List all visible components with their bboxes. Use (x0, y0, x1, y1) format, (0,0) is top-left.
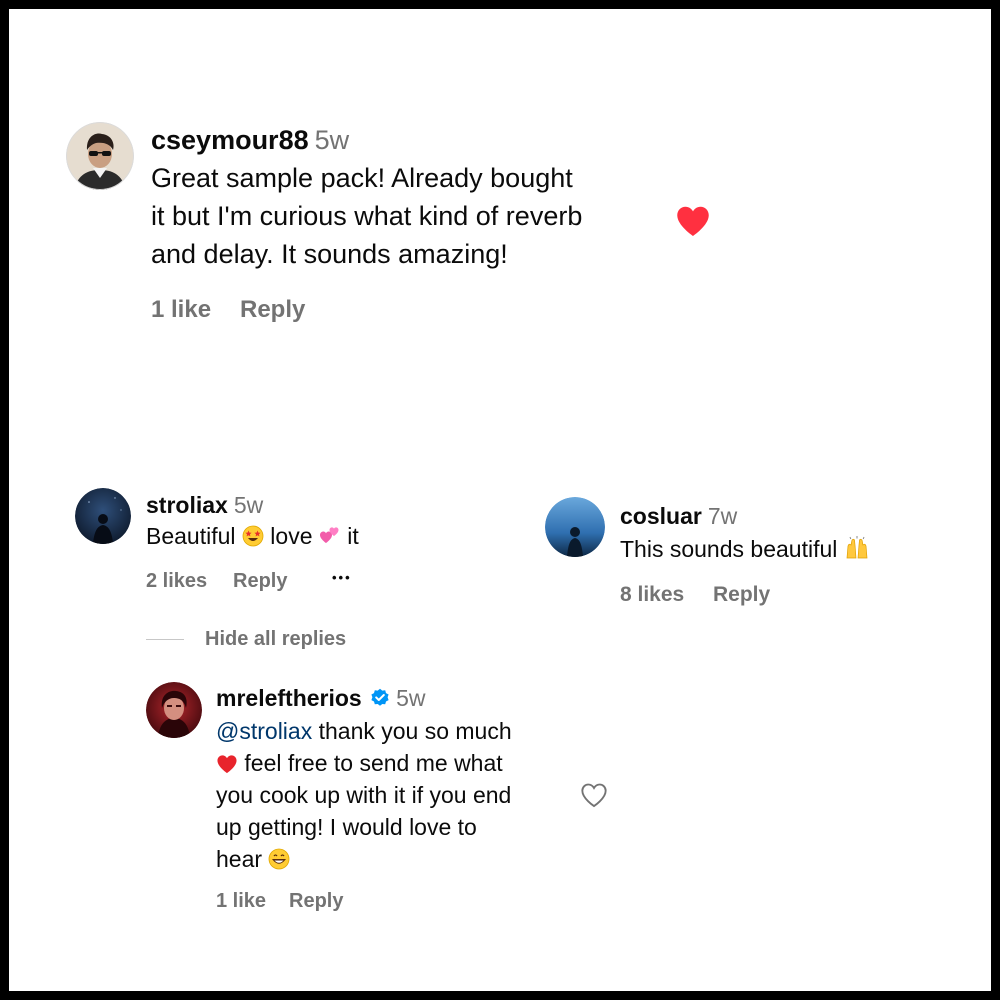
like-count[interactable]: 1 like (151, 296, 211, 324)
comment-text: Beautiful love it (146, 523, 359, 550)
comment-text-line: it but I'm curious what kind of reverb (151, 201, 583, 231)
hide-all-replies-button[interactable]: Hide all replies (205, 628, 346, 651)
hide-replies-divider (146, 639, 184, 640)
reply-button[interactable]: Reply (233, 570, 287, 593)
comment-header: stroliax 5w (146, 492, 263, 519)
comment-text-part: love (270, 523, 313, 549)
heart-filled-icon (677, 206, 709, 236)
username[interactable]: mreleftherios (216, 685, 362, 711)
raising-hands-emoji-icon (846, 536, 868, 559)
comment-text-line: and delay. It sounds amazing! (151, 239, 508, 269)
comment-text-line: up getting! I would love to (216, 814, 477, 840)
comment-text-part: hear (216, 846, 263, 872)
person-with-sunglasses-avatar-icon (66, 122, 134, 190)
red-portrait-avatar-icon (146, 682, 202, 738)
blue-sky-silhouette-avatar-icon (545, 497, 605, 557)
timestamp: 7w (707, 503, 738, 529)
comment-text-part: feel free to send me what (238, 750, 503, 776)
avatar-cosluar[interactable] (545, 497, 605, 557)
two-hearts-emoji-icon (319, 527, 339, 543)
avatar-mreleftherios[interactable] (146, 682, 202, 738)
avatar-stroliax[interactable] (75, 488, 131, 544)
timestamp: 5w (396, 685, 426, 711)
comment-text-part: This sounds beautiful (620, 536, 838, 562)
reply-button[interactable]: Reply (713, 583, 770, 607)
like-count[interactable]: 1 like (216, 890, 266, 913)
comment-header: cosluar 7w (620, 503, 737, 530)
like-count[interactable]: 8 likes (620, 583, 684, 607)
timestamp: 5w (314, 125, 350, 155)
comment-text-line: hear (216, 846, 290, 873)
like-button[interactable] (675, 204, 711, 238)
username[interactable]: cseymour88 (151, 125, 309, 155)
like-count[interactable]: 2 likes (146, 570, 207, 593)
mention-link[interactable]: @stroliax (216, 718, 312, 744)
timestamp: 5w (233, 492, 264, 518)
comment-text-line: @stroliax thank you so much (216, 718, 512, 745)
username[interactable]: cosluar (620, 503, 702, 529)
comment-text-part: Beautiful (146, 523, 236, 549)
comment-text-line: feel free to send me what (216, 750, 503, 777)
comment-text: This sounds beautiful (620, 536, 870, 563)
verified-badge-icon (371, 688, 389, 706)
reply-button[interactable]: Reply (289, 890, 343, 913)
comment-text-part: thank you so much (312, 718, 512, 744)
comment-text-line: you cook up with it if you end (216, 782, 512, 808)
comment-text-line: Great sample pack! Already bought (151, 163, 573, 193)
heart-outline-icon (581, 783, 607, 808)
avatar-cseymour88[interactable] (66, 122, 134, 190)
more-options-button[interactable]: ••• (332, 570, 352, 585)
red-heart-emoji-icon (217, 755, 237, 774)
comment-text-part: it (347, 523, 359, 549)
grinning-face-emoji-icon (269, 848, 290, 870)
username[interactable]: stroliax (146, 492, 228, 518)
comment-header: cseymour88 5w (151, 125, 349, 156)
like-button[interactable] (580, 782, 608, 808)
reply-button[interactable]: Reply (240, 296, 305, 324)
comments-panel: cseymour88 5w Great sample pack! Already … (9, 9, 991, 991)
comment-header: mreleftherios 5w (216, 685, 426, 712)
dark-blue-silhouette-avatar-icon (75, 488, 131, 544)
star-struck-emoji-icon (242, 525, 264, 547)
